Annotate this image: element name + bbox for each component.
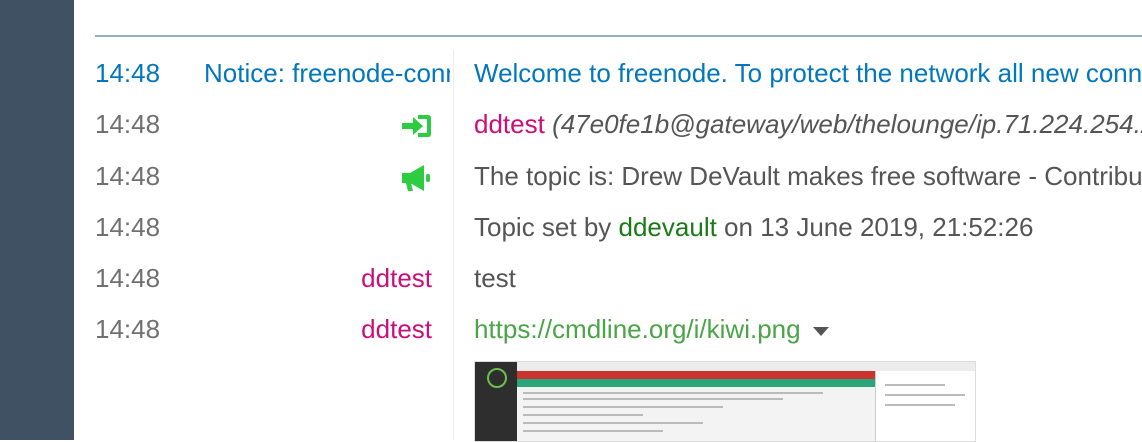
- preview-line: [885, 404, 955, 406]
- preview-sidebar: [475, 362, 517, 441]
- setby-suffix: on 13 June 2019, 21:52:26: [716, 212, 1034, 242]
- user-nick[interactable]: ddtest: [474, 109, 545, 139]
- message-link[interactable]: https://cmdline.org/i/kiwi.png: [474, 314, 801, 344]
- preview-topbar: [517, 362, 975, 371]
- setby-prefix: Topic set by: [474, 212, 619, 242]
- message-time: 14:48: [95, 263, 161, 293]
- message-row: 14:48 ddtest https://cmdline.org/i/kiwi.…: [0, 304, 1142, 355]
- topic-setby-row: 14:48 Topic set by ddevault on 13 June 2…: [0, 202, 1142, 253]
- preview-line: [523, 414, 643, 416]
- message-row: 14:48 ddtest test: [0, 253, 1142, 304]
- preview-red-banner: [517, 371, 877, 379]
- link-preview-image[interactable]: [474, 361, 976, 442]
- message-text: https://cmdline.org/i/kiwi.png: [474, 304, 1142, 355]
- preview-line: [523, 422, 703, 424]
- hostmask-text: (47e0fe1b@gateway/web/thelounge/ip.71.22…: [552, 109, 1142, 139]
- preview-green-banner: [517, 379, 877, 387]
- preview-line: [885, 384, 945, 386]
- preview-line: [523, 398, 783, 400]
- chat-top-border: [95, 35, 1142, 37]
- message-sender[interactable]: ddtest: [200, 253, 432, 304]
- message-text: Welcome to freenode. To protect the netw…: [474, 58, 1142, 88]
- caret-down-icon[interactable]: [812, 326, 829, 336]
- topic-row: 14:48 The topic is: Drew DeVault makes f…: [0, 151, 1142, 202]
- topic-indicator: [200, 151, 432, 202]
- topic-text: The topic is: Drew DeVault makes free so…: [474, 161, 1142, 191]
- megaphone-icon: [402, 165, 430, 192]
- sign-in-icon: [402, 115, 431, 138]
- preview-line: [523, 406, 723, 408]
- message-row: 14:48 Notice: freenode-connect Welcome t…: [0, 48, 1142, 99]
- preview-line: [885, 394, 965, 396]
- preview-logo: [487, 368, 507, 388]
- message-time: 14:48: [95, 58, 161, 88]
- message-time: 14:48: [95, 109, 161, 139]
- join-row: 14:48 ddtest (47e0fe1b@gateway/web/thelo…: [0, 99, 1142, 150]
- message-time: 14:48: [95, 212, 161, 242]
- join-message: ddtest (47e0fe1b@gateway/web/thelounge/i…: [474, 99, 1142, 150]
- message-time: 14:48: [95, 314, 161, 344]
- message-text: test: [474, 263, 516, 293]
- join-indicator: [200, 99, 432, 150]
- user-nick[interactable]: ddevault: [619, 212, 717, 242]
- notice-sender[interactable]: Notice: freenode-connect: [204, 48, 450, 99]
- preview-line: [523, 392, 823, 394]
- message-time: 14:48: [95, 161, 161, 191]
- topic-setby-text: Topic set by ddevault on 13 June 2019, 2…: [474, 202, 1142, 253]
- preview-settings-panel: [875, 371, 975, 441]
- message-sender[interactable]: ddtest: [200, 304, 432, 355]
- preview-line: [523, 430, 663, 432]
